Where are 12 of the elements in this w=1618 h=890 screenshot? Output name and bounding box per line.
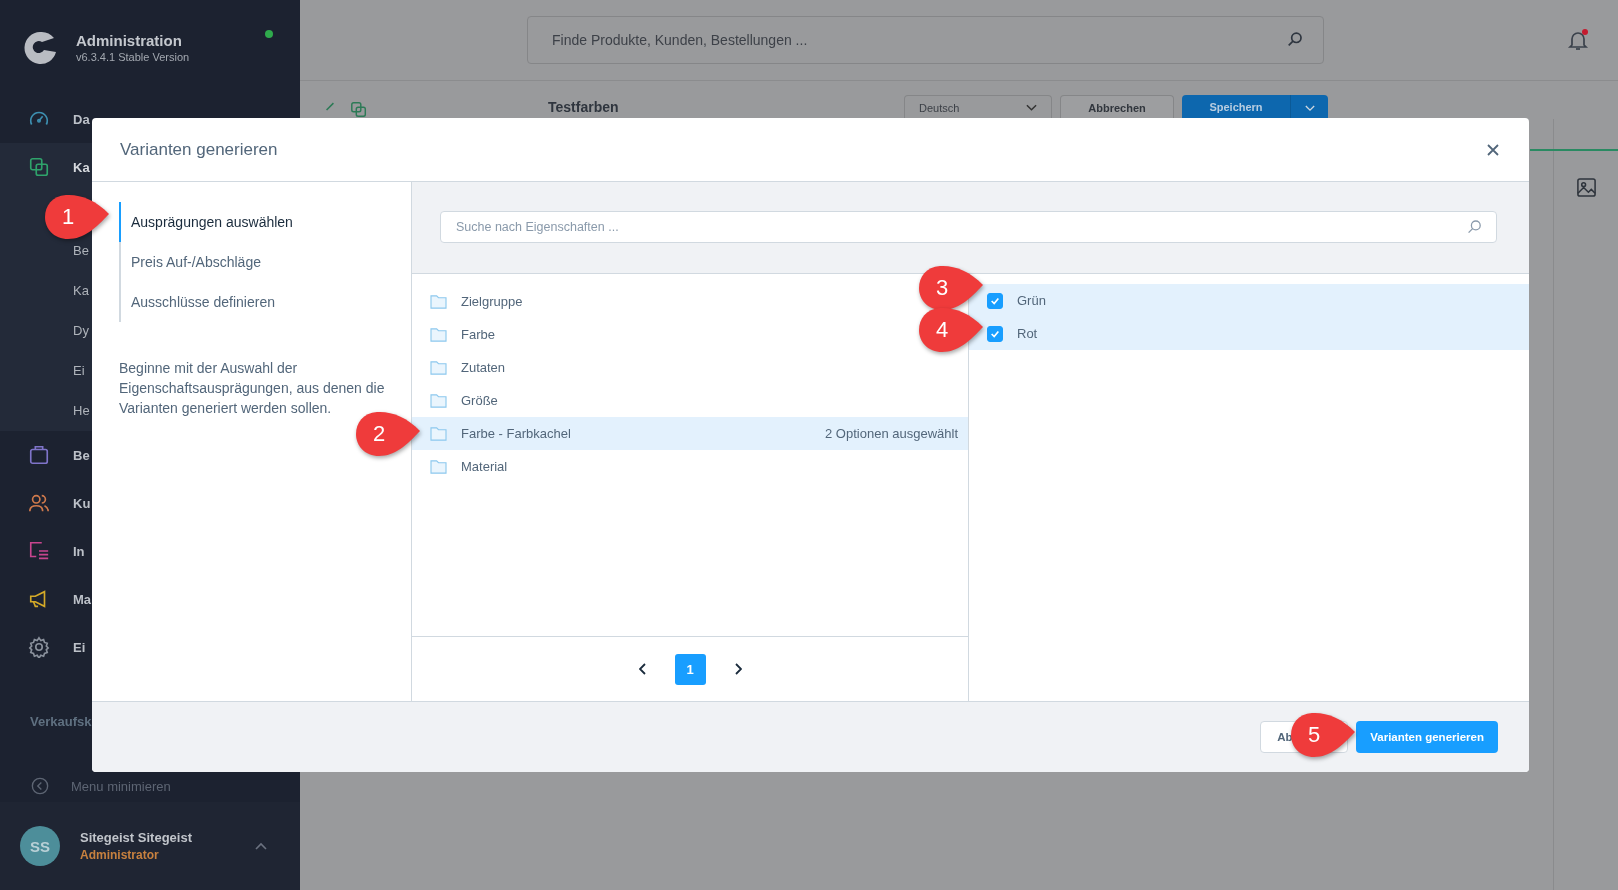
- callout-tooltip: 1: [44, 194, 110, 240]
- version-label: v6.3.4.1 Stable Version: [76, 51, 190, 63]
- callout-tooltip: 3: [918, 265, 984, 311]
- callout-tooltip: 4: [918, 307, 984, 353]
- section-heading: Verkaufsk: [29, 714, 93, 729]
- callout-tooltip: 2: [355, 411, 421, 457]
- user-role: Administrator: [80, 848, 160, 862]
- page-title: Testfarben: [548, 99, 619, 117]
- app-title: Administration: [76, 32, 183, 49]
- modal-title: Varianten generieren: [120, 139, 278, 160]
- user-name: Sitegeist Sitegeist: [80, 830, 192, 845]
- avatar: SS: [20, 826, 60, 866]
